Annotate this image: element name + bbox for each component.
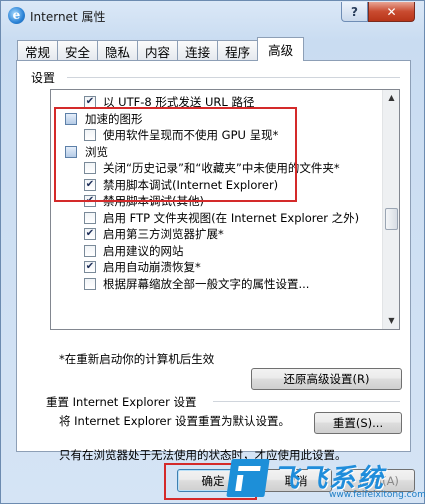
help-button[interactable]: ? [341, 2, 368, 22]
internet-explorer-icon: e [8, 7, 25, 24]
settings-option[interactable]: 启用第三方浏览器扩展* [51, 226, 382, 242]
settings-option-label: 禁用脚本调试(其他) [103, 194, 204, 208]
title-bar[interactable]: e Internet 属性 ? ✕ [1, 1, 424, 31]
settings-option[interactable]: 关闭“历史记录”和“收藏夹”中未使用的文件夹* [51, 160, 382, 176]
restore-advanced-settings-button[interactable]: 还原高级设置(R) [251, 368, 402, 390]
settings-divider [67, 77, 400, 78]
checkbox[interactable] [84, 244, 96, 257]
settings-group-label: 设置 [31, 71, 56, 85]
reset-button[interactable]: 重置(S)... [314, 412, 402, 434]
tab-connections[interactable]: 连接 [177, 40, 219, 61]
settings-option-label: 关闭“历史记录”和“收藏夹”中未使用的文件夹* [103, 161, 340, 175]
checkbox[interactable] [84, 96, 96, 108]
settings-option-label: 禁用脚本调试(Internet Explorer) [103, 177, 279, 192]
checkbox[interactable] [84, 195, 96, 207]
reset-hint: 只有在浏览器处于无法使用的状态时，才应使用此设置。 [59, 448, 347, 462]
settings-option[interactable]: 启用建议的网站 [51, 243, 382, 259]
reset-divider [213, 401, 400, 402]
settings-option-label: 启用第三方浏览器扩展* [103, 227, 224, 241]
ok-button[interactable]: 确定 [177, 469, 249, 492]
scroll-down-icon[interactable]: ▼ [384, 313, 399, 329]
settings-option[interactable]: 禁用脚本调试(Internet Explorer) [51, 177, 382, 193]
settings-option-label: 浏览 [85, 144, 108, 159]
tab-content[interactable]: 内容 [137, 40, 179, 61]
cancel-button[interactable]: 取消 [260, 469, 332, 492]
checkbox[interactable] [84, 261, 96, 273]
settings-option[interactable]: 使用软件呈现而不使用 GPU 呈现* [51, 127, 382, 143]
reset-description: 将 Internet Explorer 设置重置为默认设置。 [59, 414, 291, 428]
checkbox[interactable] [84, 178, 96, 191]
settings-option-label: 启用自动崩溃恢复* [103, 260, 201, 274]
checkbox[interactable] [84, 277, 96, 290]
scroll-thumb[interactable] [385, 208, 398, 230]
tab-privacy[interactable]: 隐私 [97, 40, 139, 61]
tab-general[interactable]: 常规 [17, 40, 59, 61]
settings-option[interactable]: 禁用脚本调试(其他) [51, 193, 382, 209]
settings-tree[interactable]: 以 UTF-8 形式发送 URL 路径加速的图形使用软件呈现而不使用 GPU 呈… [50, 89, 400, 330]
settings-category: 浏览 [51, 144, 382, 160]
settings-option-label: 根据屏幕缩放全部一般文字的属性设置... [103, 276, 310, 291]
restart-note: *在重新启动你的计算机后生效 [59, 352, 215, 366]
settings-option[interactable]: 以 UTF-8 形式发送 URL 路径 [51, 94, 382, 110]
checkbox[interactable] [84, 129, 96, 141]
checkbox[interactable] [84, 228, 96, 240]
tab-programs[interactable]: 程序 [217, 40, 259, 61]
reset-section-title: 重置 Internet Explorer 设置 [46, 395, 197, 409]
close-button[interactable]: ✕ [368, 2, 415, 22]
tab-security[interactable]: 安全 [57, 40, 99, 61]
tab-advanced[interactable]: 高级 [257, 37, 305, 61]
settings-scrollbar[interactable]: ▲ ▼ [382, 90, 399, 329]
settings-option-label: 使用软件呈现而不使用 GPU 呈现* [103, 128, 279, 142]
settings-option[interactable]: 启用 FTP 文件夹视图(在 Internet Explorer 之外) [51, 210, 382, 226]
settings-option-label: 以 UTF-8 形式发送 URL 路径 [103, 95, 255, 109]
checkbox[interactable] [84, 211, 96, 224]
scroll-up-icon[interactable]: ▲ [384, 90, 399, 106]
category-folder-icon [65, 112, 77, 125]
advanced-panel: 设置 以 UTF-8 形式发送 URL 路径加速的图形使用软件呈现而不使用 GP… [16, 60, 411, 462]
tab-strip: 常规 安全 隐私 内容 连接 程序 高级 [17, 37, 305, 61]
settings-option-label: 加速的图形 [85, 111, 143, 126]
settings-option[interactable]: 根据屏幕缩放全部一般文字的属性设置... [51, 276, 382, 292]
checkbox[interactable] [84, 162, 96, 174]
apply-button[interactable]: 应用(A) [343, 469, 415, 492]
window-title: Internet 属性 [30, 10, 106, 24]
settings-option[interactable]: 启用自动崩溃恢复* [51, 259, 382, 275]
category-folder-icon [65, 145, 77, 158]
internet-properties-dialog: e Internet 属性 ? ✕ 常规 安全 隐私 内容 连接 程序 高级 设… [0, 0, 425, 504]
settings-category: 加速的图形 [51, 111, 382, 127]
settings-option-label: 启用建议的网站 [103, 243, 184, 258]
settings-option-label: 启用 FTP 文件夹视图(在 Internet Explorer 之外) [103, 210, 360, 225]
